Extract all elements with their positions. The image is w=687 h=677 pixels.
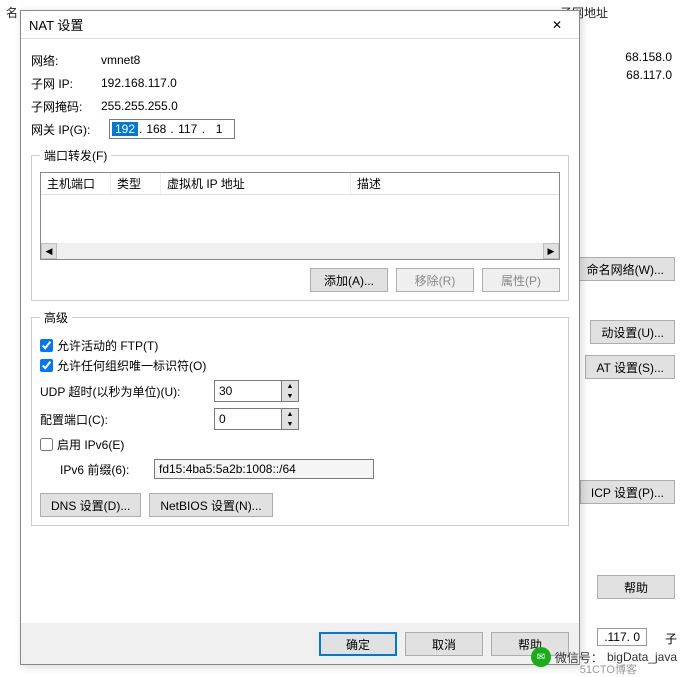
enable-ipv6-label: 启用 IPv6(E) (57, 436, 124, 453)
gateway-label: 网关 IP(G): (31, 121, 109, 138)
ok-button[interactable]: 确定 (319, 632, 397, 656)
udp-timeout-input[interactable] (215, 381, 281, 401)
gateway-octet-4[interactable]: 1 (206, 122, 232, 136)
nat-settings-dialog: NAT 设置 ✕ 网络: vmnet8 子网 IP: 192.168.117.0… (20, 10, 580, 665)
port-forward-table[interactable]: 主机端口 类型 虚拟机 IP 地址 描述 ◀ ▶ (40, 172, 560, 260)
scroll-left-icon[interactable]: ◀ (41, 243, 57, 259)
udp-timeout-label: UDP 超时(以秒为单位)(U): (40, 383, 210, 400)
horizontal-scrollbar[interactable]: ◀ ▶ (41, 243, 559, 259)
port-forward-legend: 端口转发(F) (40, 147, 111, 164)
col-desc[interactable]: 描述 (351, 173, 559, 194)
network-value: vmnet8 (101, 53, 140, 67)
subnet-ip-value: 192.168.117.0 (101, 76, 177, 90)
bg-ip-2: 68.117.0 (626, 68, 672, 82)
bg-help-button[interactable]: 帮助 (597, 575, 675, 599)
dns-settings-button[interactable]: DNS 设置(D)... (40, 493, 141, 517)
scroll-right-icon[interactable]: ▶ (543, 243, 559, 259)
ipv6-prefix-input (154, 459, 374, 479)
network-label: 网络: (31, 52, 101, 69)
bg-sub-label: 子 (665, 630, 677, 647)
dialog-footer: 确定 取消 帮助 (21, 623, 579, 664)
cfg-spin-up-icon[interactable]: ▲ (282, 409, 298, 419)
col-vm-ip[interactable]: 虚拟机 IP 地址 (161, 173, 351, 194)
allow-ftp-label: 允许活动的 FTP(T) (57, 337, 158, 354)
advanced-legend: 高级 (40, 309, 72, 326)
subnet-mask-value: 255.255.255.0 (101, 99, 178, 113)
remove-button: 移除(R) (396, 268, 474, 292)
add-button[interactable]: 添加(A)... (310, 268, 388, 292)
port-forward-group: 端口转发(F) 主机端口 类型 虚拟机 IP 地址 描述 ◀ ▶ 添加(A)..… (31, 147, 569, 301)
udp-spin-up-icon[interactable]: ▲ (282, 381, 298, 391)
netbios-settings-button[interactable]: NetBIOS 设置(N)... (149, 493, 272, 517)
bg-nat-settings-button[interactable]: AT 设置(S)... (585, 355, 675, 379)
config-port-label: 配置端口(C): (40, 411, 210, 428)
bg-ip-1: 68.158.0 (625, 50, 672, 64)
close-icon: ✕ (552, 18, 562, 32)
gateway-octet-1[interactable]: 192 (112, 122, 138, 136)
bg-ip-field: .117. 0 (597, 628, 647, 646)
gateway-ip-input[interactable]: 192. 168. 117. 1 (109, 119, 235, 139)
allow-ftp-input[interactable] (40, 339, 53, 352)
gateway-octet-2[interactable]: 168 (143, 122, 169, 136)
subnet-ip-label: 子网 IP: (31, 75, 101, 92)
properties-button: 属性(P) (482, 268, 560, 292)
enable-ipv6-checkbox[interactable]: 启用 IPv6(E) (40, 436, 560, 453)
col-type[interactable]: 类型 (111, 173, 161, 194)
dialog-content: 网络: vmnet8 子网 IP: 192.168.117.0 子网掩码: 25… (21, 39, 579, 542)
udp-timeout-spinner[interactable]: ▲ ▼ (214, 380, 299, 402)
bg-col-name: 名 (6, 4, 18, 21)
cfg-spin-down-icon[interactable]: ▼ (282, 419, 298, 429)
allow-oui-checkbox[interactable]: 允许任何组织唯一标识符(O) (40, 357, 560, 374)
help-button[interactable]: 帮助 (491, 632, 569, 656)
bg-dhcp-settings-button[interactable]: ICP 设置(P)... (580, 480, 675, 504)
gateway-octet-3[interactable]: 117 (175, 122, 201, 136)
config-port-input[interactable] (215, 409, 281, 429)
bg-rename-button[interactable]: 命名网络(W)... (576, 257, 675, 281)
bg-auto-settings-button[interactable]: 动设置(U)... (590, 320, 675, 344)
udp-spin-down-icon[interactable]: ▼ (282, 391, 298, 401)
config-port-spinner[interactable]: ▲ ▼ (214, 408, 299, 430)
col-host-port[interactable]: 主机端口 (41, 173, 111, 194)
allow-ftp-checkbox[interactable]: 允许活动的 FTP(T) (40, 337, 560, 354)
table-header: 主机端口 类型 虚拟机 IP 地址 描述 (41, 173, 559, 195)
cancel-button[interactable]: 取消 (405, 632, 483, 656)
scroll-track[interactable] (57, 243, 543, 259)
titlebar: NAT 设置 ✕ (21, 11, 579, 39)
advanced-group: 高级 允许活动的 FTP(T) 允许任何组织唯一标识符(O) UDP 超时(以秒… (31, 309, 569, 526)
dialog-title: NAT 设置 (29, 15, 539, 34)
subnet-mask-label: 子网掩码: (31, 98, 101, 115)
enable-ipv6-input[interactable] (40, 438, 53, 451)
allow-oui-input[interactable] (40, 359, 53, 372)
ipv6-prefix-label: IPv6 前缀(6): (60, 461, 150, 478)
allow-oui-label: 允许任何组织唯一标识符(O) (57, 357, 206, 374)
close-button[interactable]: ✕ (539, 13, 575, 37)
